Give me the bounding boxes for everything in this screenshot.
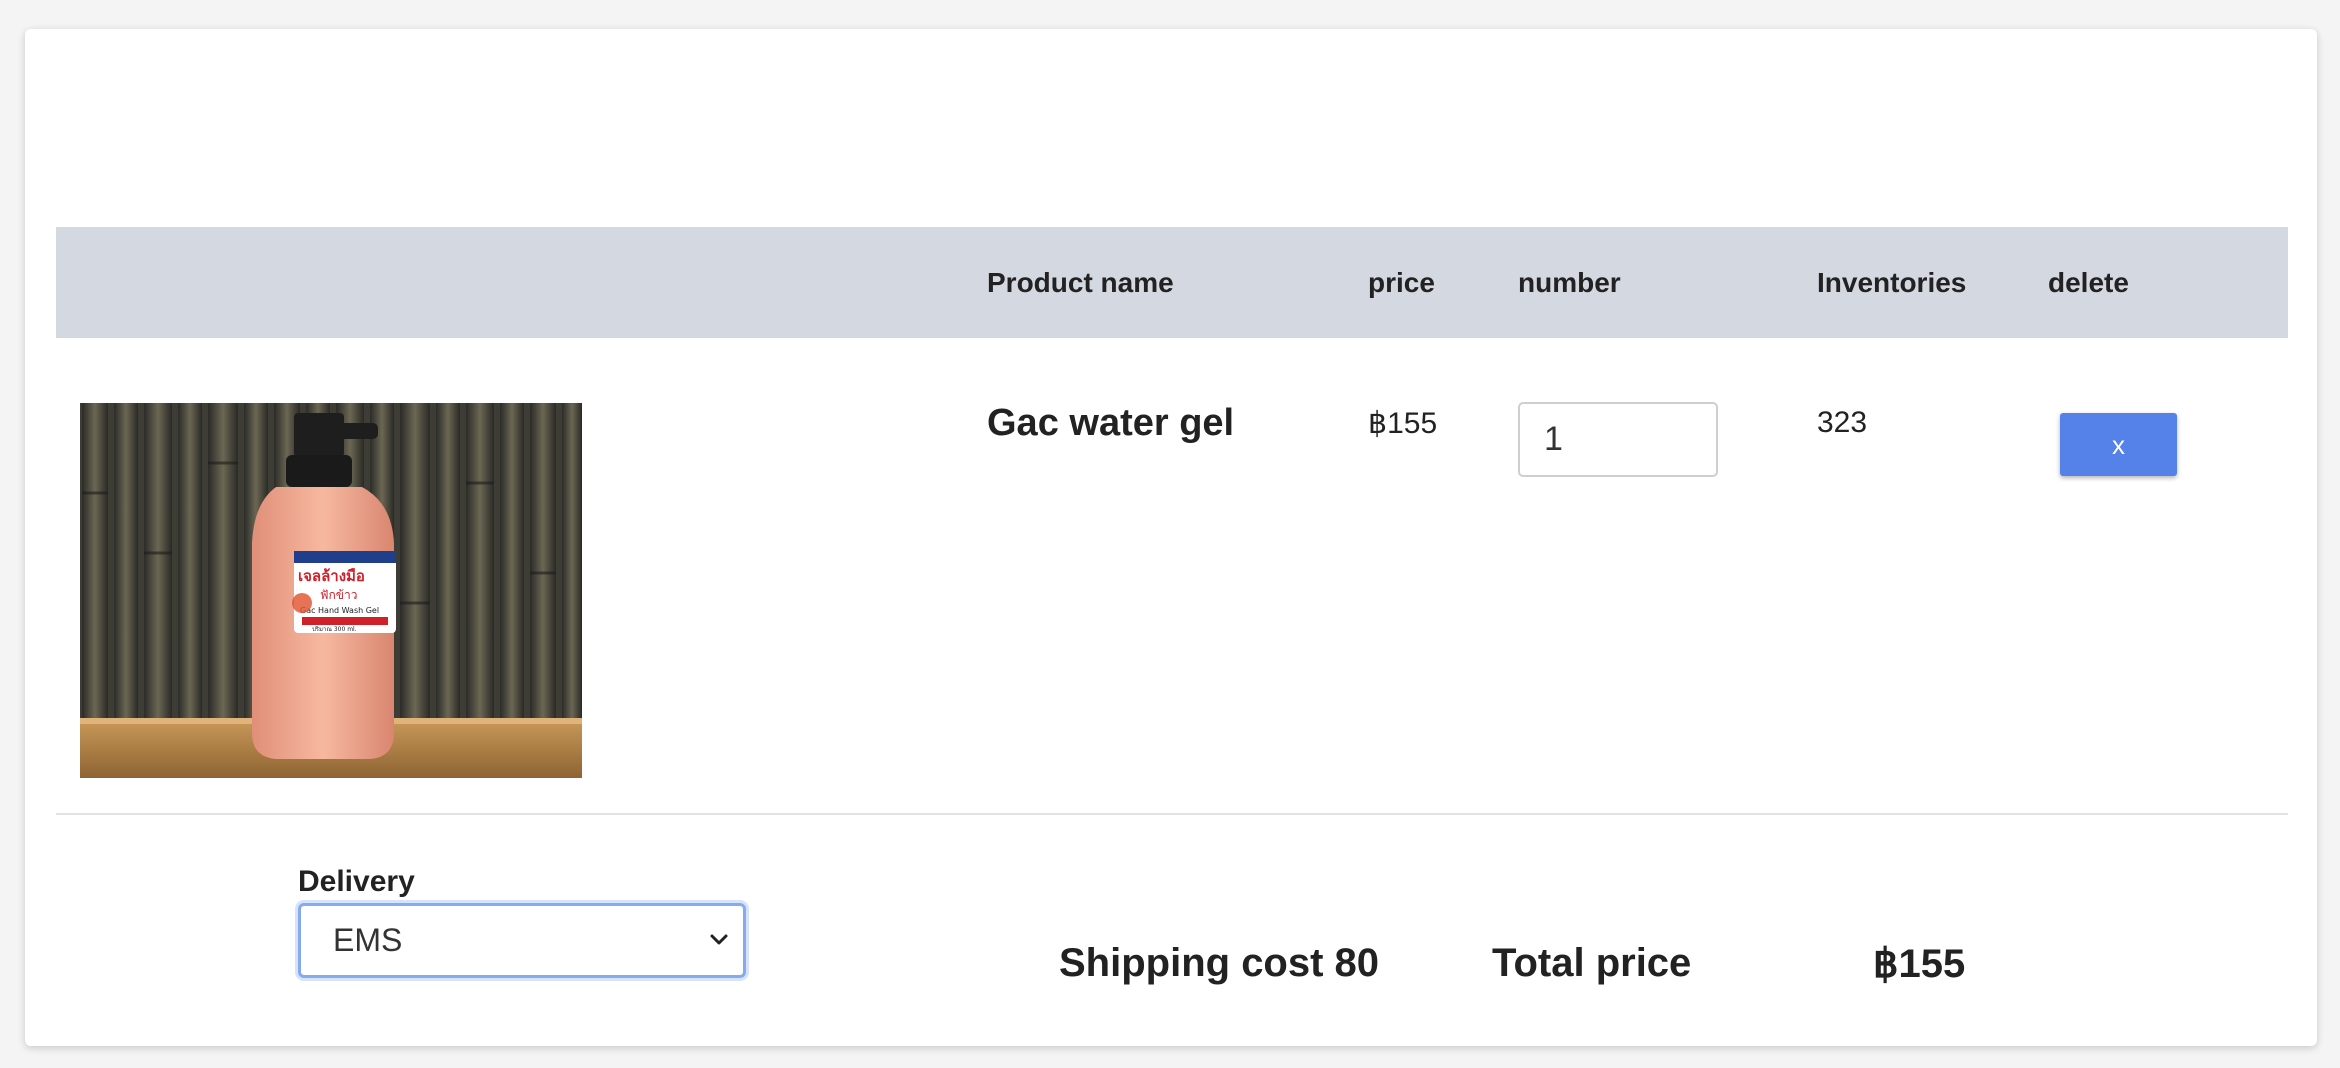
product-photo: เจลล้างมือ ฟักข้าว Gac Hand Wash Gel ปริ…: [80, 403, 582, 778]
svg-text:Gac Hand Wash Gel: Gac Hand Wash Gel: [300, 606, 379, 615]
svg-text:ฟักข้าว: ฟักข้าว: [320, 588, 357, 602]
total-price-value: ฿155: [1873, 942, 1966, 986]
quantity-input[interactable]: [1518, 402, 1718, 477]
product-image: เจลล้างมือ ฟักข้าว Gac Hand Wash Gel ปริ…: [80, 403, 582, 778]
chevron-down-icon: [710, 934, 728, 945]
inventory-count: 323: [1817, 406, 1868, 439]
delivery-select[interactable]: EMS: [298, 903, 746, 978]
header-number: number: [1518, 267, 1621, 298]
total-price-label: Total price: [1492, 941, 1692, 985]
svg-text:ปริมาณ 300 ml.: ปริมาณ 300 ml.: [312, 626, 357, 633]
header-delete: delete: [2048, 267, 2129, 298]
product-name: Gac water gel: [987, 402, 1235, 444]
cart-card: Product name price number Inventories de…: [25, 29, 2317, 1046]
shipping-cost: Shipping cost 80: [1059, 941, 1380, 985]
delivery-selected-value: EMS: [333, 922, 403, 958]
svg-text:เจลล้างมือ: เจลล้างมือ: [298, 567, 365, 585]
header-inventories: Inventories: [1817, 267, 1967, 298]
table-header: Product name price number Inventories de…: [56, 227, 2288, 338]
table-row: เจลล้างมือ ฟักข้าว Gac Hand Wash Gel ปริ…: [56, 338, 2288, 815]
product-price: ฿155: [1368, 407, 1438, 440]
header-price: price: [1368, 267, 1435, 298]
header-product-name: Product name: [987, 267, 1174, 298]
delete-button[interactable]: x: [2060, 413, 2177, 476]
delivery-label: Delivery: [298, 865, 415, 898]
